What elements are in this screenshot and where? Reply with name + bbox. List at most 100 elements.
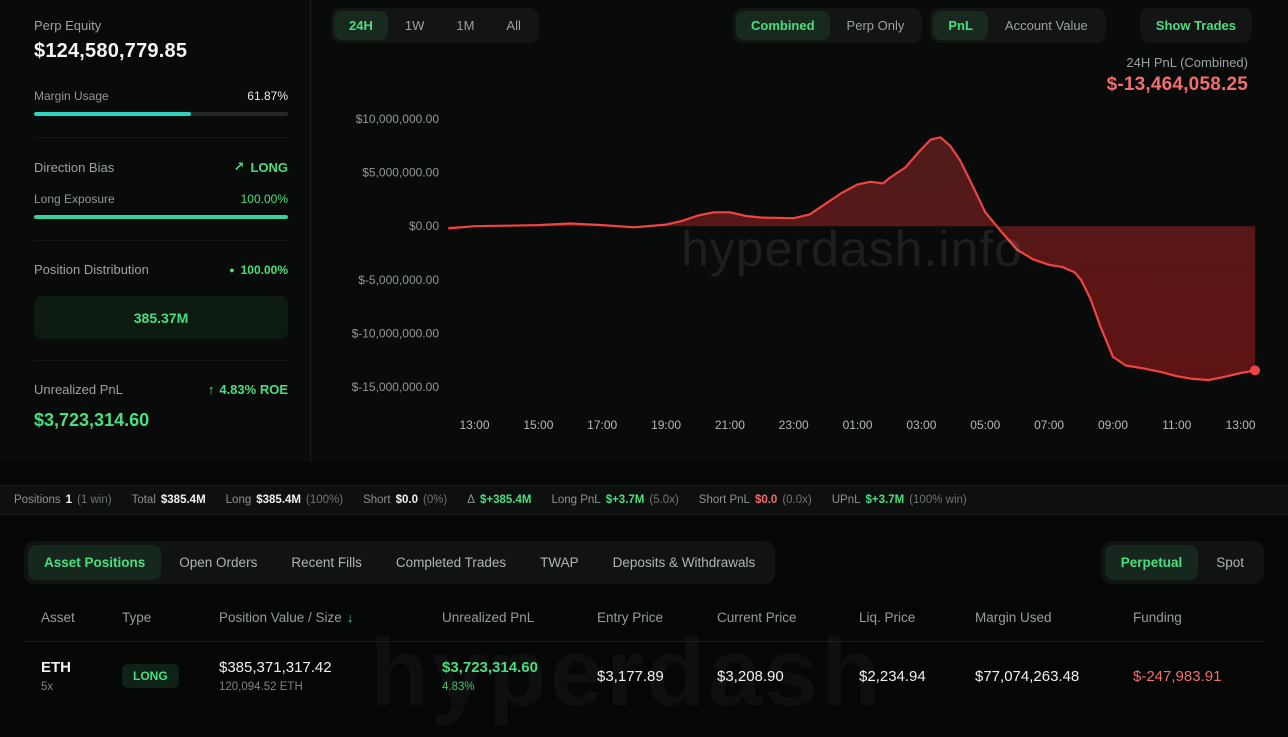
svg-text:$0.00: $0.00 [409,219,439,233]
positions-summary-bar: Positions1(1 win) Total$385.4M Long$385.4M… [0,485,1288,515]
sort-descending-icon: ↓ [347,610,354,625]
roe-value: ↑ 4.83% ROE [208,382,288,397]
tab-deposits-withdrawals[interactable]: Deposits & Withdrawals [597,545,772,580]
svg-text:13:00: 13:00 [459,418,489,432]
svg-text:15:00: 15:00 [523,418,553,432]
type-cell: LONG [122,664,219,688]
svg-text:21:00: 21:00 [715,418,745,432]
show-trades-button[interactable]: Show Trades [1140,8,1252,43]
chart-toolbar: 24H 1W 1M All Combined Perp Only PnL Acc… [311,0,1288,43]
summary-stat-upnl: UPnL$+3.7M(100% win) [832,494,967,506]
tab-all[interactable]: All [491,11,535,40]
app-root: { "colors": { "green": "#4ade80", "teal"… [0,0,1288,737]
tab-1m[interactable]: 1M [441,11,489,40]
tab-account-value[interactable]: Account Value [990,11,1103,40]
divider [34,240,288,241]
svg-text:$10,000,000.00: $10,000,000.00 [356,112,440,126]
direction-bias-label: Direction Bias [34,160,114,175]
tab-open-orders[interactable]: Open Orders [163,545,273,580]
col-asset[interactable]: Asset [41,610,122,625]
chart-end-point [1250,365,1260,375]
positions-tabs: Asset Positions Open Orders Recent Fills… [24,541,775,584]
distribution-segment-button[interactable]: 385.37M [34,296,288,339]
combine-mode-tabs: Combined Perp Only [733,8,922,43]
long-badge: LONG [122,664,179,688]
position-distribution-value: ● 100.00% [229,263,288,277]
metric-tabs: PnL Account Value [930,8,1105,43]
tables-toolbar: Asset Positions Open Orders Recent Fills… [24,541,1264,584]
tab-pnl[interactable]: PnL [933,11,988,40]
tab-asset-positions[interactable]: Asset Positions [28,545,161,580]
summary-stat-long: Long$385.4M(100%) [226,494,343,506]
summary-stat-short: Short$0.0(0%) [363,494,447,506]
tab-1w[interactable]: 1W [390,11,440,40]
asset-positions-table: Asset Type Position Value / Size↓ Unreal… [24,610,1264,709]
col-entry-price[interactable]: Entry Price [597,610,717,625]
pnl-value: $-13,464,058.25 [311,74,1248,96]
table-header-row: Asset Type Position Value / Size↓ Unreal… [24,610,1264,642]
trend-up-icon: ↗ [234,159,245,175]
unrealized-pnl-label: Unrealized PnL [34,382,123,397]
divider [34,137,288,138]
svg-text:13:00: 13:00 [1226,418,1256,432]
svg-text:03:00: 03:00 [906,418,936,432]
long-exposure-value: 100.00% [241,192,288,206]
svg-text:07:00: 07:00 [1034,418,1064,432]
tab-completed-trades[interactable]: Completed Trades [380,545,522,580]
long-exposure-label: Long Exposure [34,192,115,206]
svg-text:$-10,000,000.00: $-10,000,000.00 [352,326,440,340]
divider [34,360,288,361]
asset-cell: ETH 5x [41,659,122,693]
svg-text:01:00: 01:00 [843,418,873,432]
margin-usage-fill [34,112,191,116]
svg-text:19:00: 19:00 [651,418,681,432]
position-distribution-label: Position Distribution [34,262,149,277]
margin-used-cell: $77,074,263.48 [975,668,1133,685]
svg-text:05:00: 05:00 [970,418,1000,432]
table-row[interactable]: ETH 5x LONG $385,371,317.42 120,094.52 E… [24,642,1264,709]
col-position-value[interactable]: Position Value / Size↓ [219,610,442,625]
tab-twap[interactable]: TWAP [524,545,595,580]
pnl-summary: 24H PnL (Combined) $-13,464,058.25 [311,43,1288,96]
margin-usage-bar [34,112,288,116]
overview-section: Perp Equity $124,580,779.85 Margin Usage… [0,0,1288,462]
tab-combined[interactable]: Combined [736,11,830,40]
positions-section: Asset Positions Open Orders Recent Fills… [0,515,1288,709]
summary-stat-total: Total$385.4M [132,494,206,506]
summary-stat-short-pnl: Short PnL$0.0(0.0x) [699,494,812,506]
funding-cell: $-247,983.91 [1133,668,1264,685]
tab-perp-only[interactable]: Perp Only [832,11,920,40]
svg-text:23:00: 23:00 [779,418,809,432]
tab-spot[interactable]: Spot [1200,545,1260,580]
tab-24h[interactable]: 24H [334,11,388,40]
time-range-tabs: 24H 1W 1M All [331,8,539,43]
tab-recent-fills[interactable]: Recent Fills [275,545,378,580]
col-margin-used[interactable]: Margin Used [975,610,1133,625]
col-unrealized-pnl[interactable]: Unrealized PnL [442,610,597,625]
svg-text:$5,000,000.00: $5,000,000.00 [362,166,439,180]
account-sidebar: Perp Equity $124,580,779.85 Margin Usage… [0,0,311,462]
unrealized-pnl-cell: $3,723,314.60 4.83% [442,659,597,693]
pnl-chart: hyperdash.info $10,000,000.00$5,000,000.… [311,98,1288,443]
col-type[interactable]: Type [122,610,219,625]
market-tabs: Perpetual Spot [1101,541,1264,584]
perp-equity-value: $124,580,779.85 [34,40,288,63]
arrow-up-icon: ↑ [208,382,215,397]
svg-text:$-15,000,000.00: $-15,000,000.00 [352,380,440,394]
entry-price-cell: $3,177.89 [597,668,717,685]
summary-stat-positions: Positions1(1 win) [14,494,112,506]
svg-text:09:00: 09:00 [1098,418,1128,432]
margin-usage-label: Margin Usage [34,89,109,103]
col-funding[interactable]: Funding [1133,610,1264,625]
tab-perpetual[interactable]: Perpetual [1105,545,1199,580]
long-exposure-fill [34,215,288,219]
perp-equity-label: Perp Equity [34,18,288,33]
svg-text:17:00: 17:00 [587,418,617,432]
svg-text:$-5,000,000.00: $-5,000,000.00 [358,273,439,287]
summary-stat-delta: Δ$+385.4M [467,494,531,506]
col-current-price[interactable]: Current Price [717,610,859,625]
current-price-cell: $3,208.90 [717,668,859,685]
margin-usage-value: 61.87% [247,89,288,103]
svg-text:11:00: 11:00 [1162,418,1191,432]
col-liq-price[interactable]: Liq. Price [859,610,975,625]
